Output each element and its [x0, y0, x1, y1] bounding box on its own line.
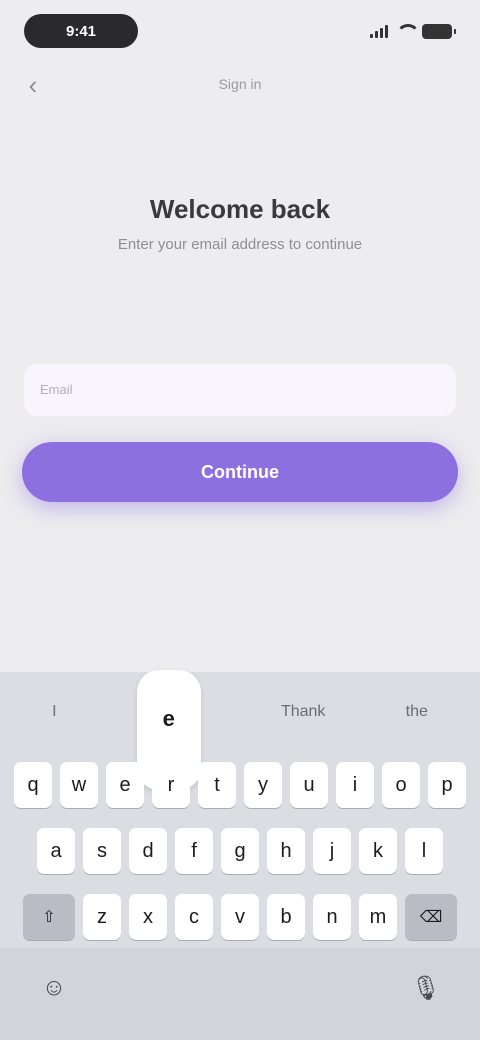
page-subtitle: Enter your email address to continue	[117, 236, 363, 253]
key-d[interactable]: d	[129, 828, 167, 874]
key-l[interactable]: l	[405, 828, 443, 874]
keyboard-bottom-bar: ☺ 🎙	[0, 948, 480, 1040]
key-a[interactable]: a	[37, 828, 75, 874]
key-p[interactable]: p	[428, 762, 466, 808]
key-u[interactable]: u	[290, 762, 328, 808]
key-w[interactable]: w	[60, 762, 98, 808]
suggestion-item[interactable]: Thank	[281, 703, 325, 721]
email-input[interactable]	[24, 364, 456, 416]
signal-icon	[370, 24, 388, 38]
nav-bar: ‹ Sign in	[0, 66, 480, 106]
key-f[interactable]: f	[175, 828, 213, 874]
status-time: 9:41	[24, 14, 138, 48]
key-preview: e	[162, 706, 175, 731]
key-row-3: ⇧ z x c v b n m ⌫	[0, 884, 480, 950]
key-e[interactable]: e	[106, 762, 144, 808]
key-row-2: a s d f g h j k l	[0, 818, 480, 884]
key-q[interactable]: q	[14, 762, 52, 808]
emoji-icon[interactable]: ☺	[34, 968, 74, 1008]
key-x[interactable]: x	[129, 894, 167, 940]
email-field[interactable]	[24, 364, 456, 416]
status-bar: 9:41	[0, 0, 480, 60]
key-c[interactable]: c	[175, 894, 213, 940]
delete-key[interactable]: ⌫	[405, 894, 457, 940]
key-i[interactable]: i	[336, 762, 374, 808]
email-label: Email	[40, 382, 73, 397]
suggestion-item[interactable]: I	[52, 703, 56, 721]
page-title: Welcome back	[149, 194, 331, 224]
suggestion-bar: I e Thank the	[0, 670, 480, 790]
key-g[interactable]: g	[221, 828, 259, 874]
battery-icon	[422, 23, 456, 39]
status-icons	[370, 20, 456, 42]
key-k[interactable]: k	[359, 828, 397, 874]
key-o[interactable]: o	[382, 762, 420, 808]
continue-button[interactable]: Continue	[22, 442, 458, 502]
key-v[interactable]: v	[221, 894, 259, 940]
nav-title: Sign in	[218, 76, 262, 92]
key-b[interactable]: b	[267, 894, 305, 940]
key-row-1: q w e r t y u i o p	[0, 752, 480, 818]
key-m[interactable]: m	[359, 894, 397, 940]
key-r[interactable]: r	[152, 762, 190, 808]
key-s[interactable]: s	[83, 828, 121, 874]
key-n[interactable]: n	[313, 894, 351, 940]
microphone-icon[interactable]: 🎙	[406, 968, 446, 1008]
key-j[interactable]: j	[313, 828, 351, 874]
shift-key[interactable]: ⇧	[23, 894, 75, 940]
key-y[interactable]: y	[244, 762, 282, 808]
suggestion-item[interactable]: the	[406, 703, 428, 721]
key-t[interactable]: t	[198, 762, 236, 808]
key-z[interactable]: z	[83, 894, 121, 940]
wifi-icon	[396, 24, 420, 38]
key-h[interactable]: h	[267, 828, 305, 874]
